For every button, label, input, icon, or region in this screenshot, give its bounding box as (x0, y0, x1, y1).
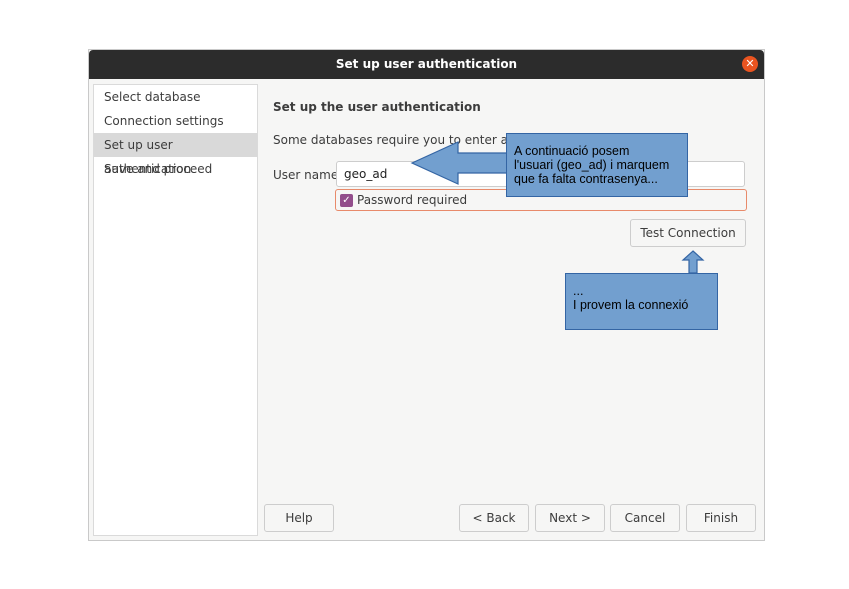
sidebar-item-save-and-proceed[interactable]: Save and proceed (94, 157, 257, 181)
password-required-label[interactable]: Password required (357, 193, 467, 207)
sidebar-item-user-authentication[interactable]: Set up user authentication (94, 133, 257, 176)
test-connection-button[interactable]: Test Connection (630, 219, 746, 247)
checkbox-checked-icon[interactable]: ✓ (340, 194, 353, 207)
close-icon[interactable]: ✕ (742, 56, 758, 72)
dialog-title: Set up user authentication (335, 57, 518, 71)
user-name-label: User name (273, 168, 339, 182)
back-button[interactable]: < Back (459, 504, 529, 532)
page-title: Set up the user authentication (273, 100, 481, 114)
title-bar[interactable]: Set up user authentication ✕ (89, 50, 764, 79)
up-arrow-icon (681, 250, 705, 274)
finish-button[interactable]: Finish (686, 504, 756, 532)
sidebar-item-connection-settings[interactable]: Connection settings (94, 109, 257, 133)
annotation-note-1: A continuació posem l'usuari (geo_ad) i … (506, 133, 688, 197)
sidebar-item-select-database[interactable]: Select database (94, 85, 257, 109)
annotation-note-2: ... I provem la connexió (565, 273, 718, 330)
steps-sidebar: Select database Connection settings Set … (93, 84, 258, 536)
left-arrow-icon (410, 141, 519, 185)
next-button[interactable]: Next > (535, 504, 605, 532)
cancel-button[interactable]: Cancel (610, 504, 680, 532)
help-button[interactable]: Help (264, 504, 334, 532)
